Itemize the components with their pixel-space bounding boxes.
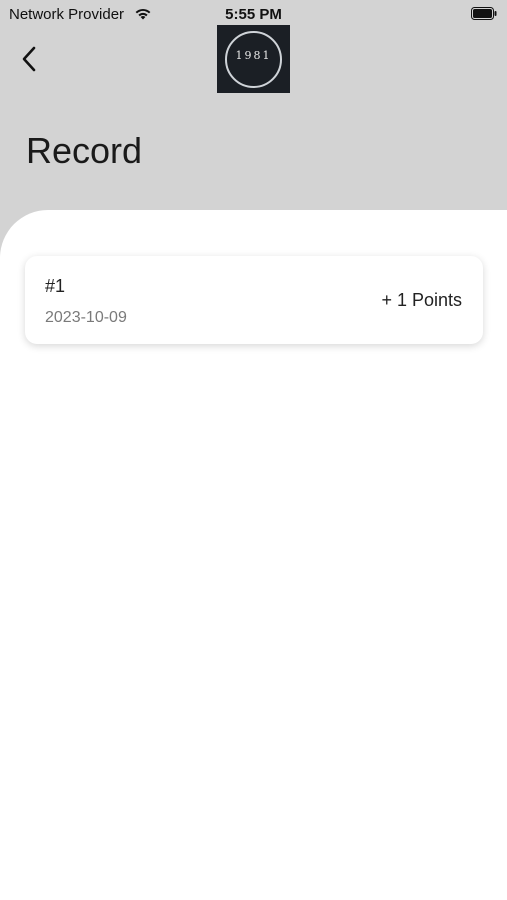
record-number: #1 (45, 276, 66, 296)
chevron-left-icon (22, 46, 36, 72)
page-title: Record (26, 130, 143, 171)
brand-logo: 1981 (217, 25, 290, 93)
records-content: #1 2023-10-09 + 1 Points (0, 210, 507, 900)
logo-year: 1981 (235, 49, 272, 62)
status-bar: Network Provider 5:55 PM (0, 0, 507, 28)
battery-icon (471, 7, 497, 20)
record-date: 2023-10-09 (45, 309, 127, 326)
back-button[interactable] (14, 44, 44, 74)
status-time: 5:55 PM (225, 6, 282, 23)
record-card[interactable]: #1 2023-10-09 + 1 Points (25, 256, 483, 344)
record-points: + 1 Points (381, 290, 462, 310)
